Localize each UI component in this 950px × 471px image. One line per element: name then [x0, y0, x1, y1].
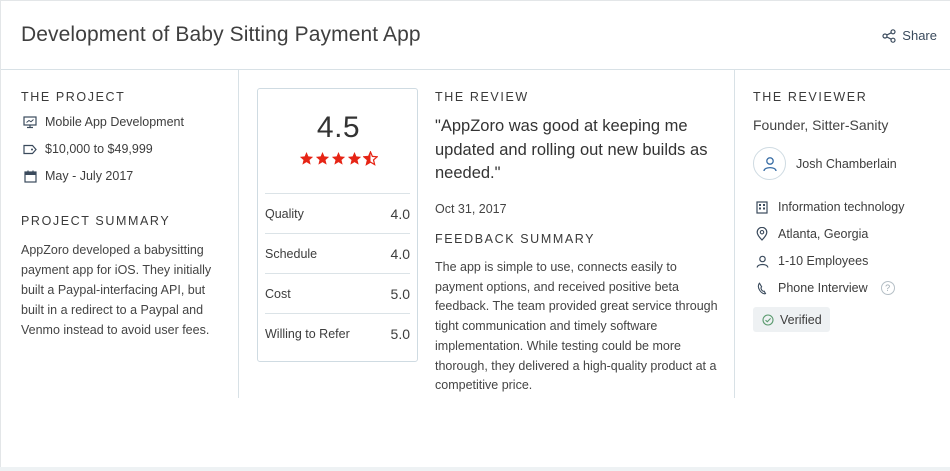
share-button[interactable]: Share — [882, 28, 937, 43]
location-pin-icon — [755, 227, 769, 241]
reviewer-location-text: Atlanta, Georgia — [778, 227, 869, 241]
rating-row-schedule: Schedule 4.0 — [265, 233, 410, 273]
reviewer-name: Josh Chamberlain — [796, 156, 897, 171]
reviewer-company-size: 1-10 Employees — [755, 254, 868, 268]
project-dates: May - July 2017 — [23, 169, 133, 183]
star-icon — [299, 151, 314, 165]
rating-row-quality: Quality 4.0 — [265, 193, 410, 233]
avatar — [753, 147, 786, 180]
rating-box: 4.5 Quality 4.0 Schedule 4.0 Cost 5.0 Wi… — [257, 88, 418, 362]
project-summary-text: AppZoro developed a babysitting payment … — [21, 243, 212, 337]
verified-label: Verified — [780, 312, 822, 327]
calendar-icon — [23, 169, 37, 183]
project-summary-title: PROJECT SUMMARY — [21, 214, 171, 228]
rating-value: 5.0 — [390, 285, 410, 302]
review-column: THE REVIEW "AppZoro was good at keeping … — [419, 70, 735, 398]
project-budget: $10,000 to $49,999 — [23, 142, 153, 156]
check-circle-icon — [762, 313, 774, 326]
verified-badge: Verified — [753, 307, 830, 332]
reviewer-company-size-text: 1-10 Employees — [778, 254, 869, 268]
feedback-summary-text: The app is simple to use, connects easil… — [435, 260, 718, 393]
half-star-icon — [363, 151, 378, 166]
reviewer-interview-type: Phone Interview ? — [755, 281, 895, 295]
reviewer-person: Josh Chamberlain — [753, 147, 897, 180]
user-icon — [762, 156, 777, 171]
review-header: Development of Baby Sitting Payment App … — [1, 1, 950, 70]
review-title: Development of Baby Sitting Payment App — [21, 23, 421, 46]
feedback-summary-title: FEEDBACK SUMMARY — [435, 232, 596, 246]
rating-row-cost: Cost 5.0 — [265, 273, 410, 313]
reviewer-column: THE REVIEWER Founder, Sitter-Sanity Josh… — [735, 70, 950, 398]
rating-row-willing-to-refer: Willing to Refer 5.0 — [265, 313, 410, 353]
project-service-text: Mobile App Development — [45, 115, 184, 129]
reviewer-section-title: THE REVIEWER — [753, 90, 868, 104]
project-service: Mobile App Development — [23, 115, 184, 129]
phone-icon — [755, 281, 769, 295]
help-icon[interactable]: ? — [880, 281, 895, 295]
rating-label: Willing to Refer — [265, 326, 350, 341]
monitor-icon — [23, 115, 37, 129]
review-card: Development of Baby Sitting Payment App … — [0, 0, 950, 471]
review-quote: "AppZoro was good at keeping me updated … — [435, 117, 708, 182]
rating-value: 5.0 — [390, 325, 410, 342]
reviewer-industry: Information technology — [755, 200, 904, 214]
review-section-title: THE REVIEW — [435, 90, 529, 104]
star-icon — [347, 151, 362, 165]
building-icon — [755, 200, 769, 214]
rating-label: Quality — [265, 206, 304, 221]
person-icon — [755, 254, 769, 268]
star-icon — [331, 151, 346, 165]
reviewer-location: Atlanta, Georgia — [755, 227, 868, 241]
star-icon — [315, 151, 330, 165]
star-rating — [258, 151, 419, 166]
share-label: Share — [902, 28, 937, 43]
rating-label: Cost — [265, 286, 291, 301]
review-date: Oct 31, 2017 — [435, 202, 507, 216]
reviewer-industry-text: Information technology — [778, 200, 905, 214]
project-budget-text: $10,000 to $49,999 — [45, 142, 153, 156]
project-dates-text: May - July 2017 — [45, 169, 134, 183]
rating-column: 4.5 Quality 4.0 Schedule 4.0 Cost 5.0 Wi… — [239, 70, 419, 398]
price-tag-icon — [23, 142, 37, 156]
bottom-divider — [0, 467, 950, 471]
project-section-title: THE PROJECT — [21, 90, 126, 104]
reviewer-role: Founder, Sitter-Sanity — [753, 117, 889, 133]
rating-value: 4.0 — [390, 205, 410, 222]
share-icon — [882, 28, 896, 43]
overall-score: 4.5 — [316, 111, 361, 144]
rating-value: 4.0 — [390, 245, 410, 262]
rating-label: Schedule — [265, 246, 318, 261]
reviewer-interview-text: Phone Interview — [778, 281, 868, 295]
project-column: THE PROJECT Mobile App Development $10,0… — [1, 70, 239, 398]
